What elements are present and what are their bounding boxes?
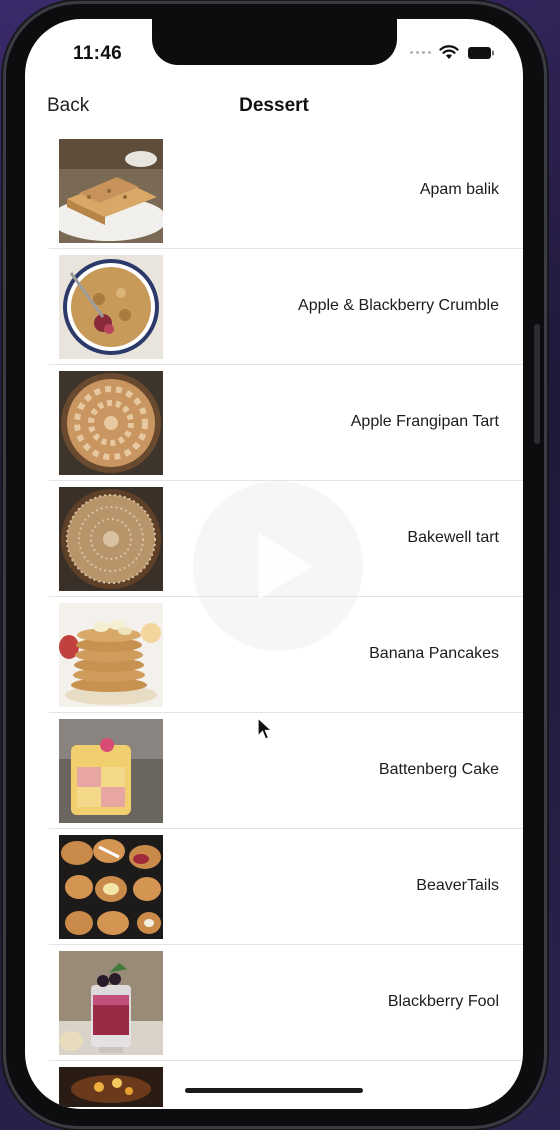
status-time: 11:46	[73, 43, 123, 64]
list-item-label: Bakewell tart	[407, 529, 499, 546]
frangipan-tart-photo	[59, 371, 163, 475]
list-item-label: Blackberry Fool	[387, 993, 499, 1010]
list-item-label: Banana Pancakes	[369, 645, 499, 662]
battenberg-cake-photo	[59, 719, 163, 823]
list-item[interactable]: Apam balik	[25, 133, 523, 249]
list-item-label: Apple Frangipan Tart	[350, 413, 499, 430]
phone-side-button	[534, 324, 540, 444]
list-item[interactable]: BeaverTails	[25, 829, 523, 945]
list-item-partial[interactable]	[25, 1061, 523, 1107]
mouse-cursor-icon	[256, 716, 274, 747]
banana-pancakes-photo	[59, 603, 163, 707]
dessert-photo-partial	[59, 1067, 163, 1107]
battery-icon	[467, 46, 495, 60]
list-item-label: Battenberg Cake	[378, 761, 499, 778]
navigation-bar: Back Dessert	[25, 87, 523, 131]
status-icons	[410, 45, 495, 60]
wifi-icon	[439, 45, 459, 60]
list-item-label: Apple & Blackberry Crumble	[298, 297, 499, 314]
list-item-label: BeaverTails	[416, 877, 499, 894]
list-item[interactable]: Blackberry Fool	[25, 945, 523, 1061]
play-icon[interactable]	[193, 481, 363, 651]
phone-screen: 11:46 Back Dessert Apam balik Apple & Bl…	[25, 19, 523, 1109]
cellular-signal-icon	[410, 51, 431, 54]
home-indicator[interactable]	[185, 1088, 363, 1093]
list-item[interactable]: Battenberg Cake	[25, 713, 523, 829]
notch	[152, 19, 397, 65]
apam-balik-photo	[59, 139, 163, 243]
crumble-photo	[59, 255, 163, 359]
blackberry-fool-photo	[59, 951, 163, 1055]
beavertails-photo	[59, 835, 163, 939]
bakewell-tart-photo	[59, 487, 163, 591]
list-item[interactable]: Apple & Blackberry Crumble	[25, 249, 523, 365]
list-item-label: Apam balik	[419, 181, 499, 198]
page-title: Dessert	[239, 95, 309, 116]
list-item[interactable]: Apple Frangipan Tart	[25, 365, 523, 481]
